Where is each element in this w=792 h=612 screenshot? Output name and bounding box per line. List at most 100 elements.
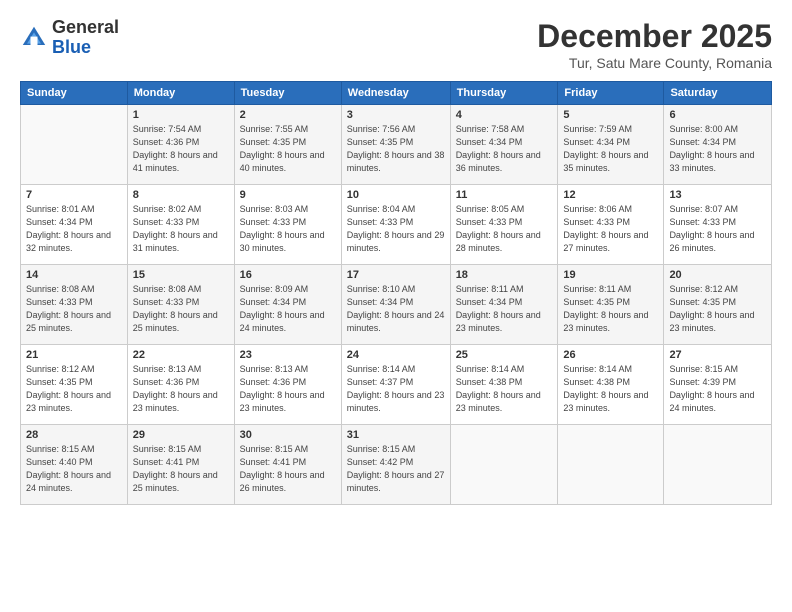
calendar-week-row: 28 Sunrise: 8:15 AM Sunset: 4:40 PM Dayli…: [21, 425, 772, 505]
day-info: Sunrise: 8:15 AM Sunset: 4:39 PM Dayligh…: [669, 363, 766, 415]
day-number: 2: [240, 109, 336, 121]
day-info: Sunrise: 8:02 AM Sunset: 4:33 PM Dayligh…: [133, 203, 229, 255]
calendar-cell: 11 Sunrise: 8:05 AM Sunset: 4:33 PM Dayli…: [450, 185, 558, 265]
day-info: Sunrise: 8:05 AM Sunset: 4:33 PM Dayligh…: [456, 203, 553, 255]
day-number: 18: [456, 269, 553, 281]
calendar-cell: 24 Sunrise: 8:14 AM Sunset: 4:37 PM Dayli…: [341, 345, 450, 425]
day-number: 30: [240, 429, 336, 441]
month-title: December 2025: [537, 18, 772, 55]
day-info: Sunrise: 8:13 AM Sunset: 4:36 PM Dayligh…: [133, 363, 229, 415]
header: General Blue December 2025 Tur, Satu Mar…: [20, 18, 772, 71]
day-info: Sunrise: 8:11 AM Sunset: 4:34 PM Dayligh…: [456, 283, 553, 335]
day-number: 20: [669, 269, 766, 281]
day-number: 17: [347, 269, 445, 281]
calendar-cell: 31 Sunrise: 8:15 AM Sunset: 4:42 PM Dayli…: [341, 425, 450, 505]
calendar-cell: 18 Sunrise: 8:11 AM Sunset: 4:34 PM Dayli…: [450, 265, 558, 345]
day-number: 9: [240, 189, 336, 201]
day-number: 24: [347, 349, 445, 361]
calendar-cell: [21, 105, 128, 185]
day-number: 10: [347, 189, 445, 201]
day-info: Sunrise: 7:54 AM Sunset: 4:36 PM Dayligh…: [133, 123, 229, 175]
calendar-cell: 26 Sunrise: 8:14 AM Sunset: 4:38 PM Dayli…: [558, 345, 664, 425]
day-info: Sunrise: 8:15 AM Sunset: 4:40 PM Dayligh…: [26, 443, 122, 495]
weekday-row: SundayMondayTuesdayWednesdayThursdayFrid…: [21, 82, 772, 105]
calendar-cell: 27 Sunrise: 8:15 AM Sunset: 4:39 PM Dayli…: [664, 345, 772, 425]
calendar-cell: 5Sunrise: 7:59 AM Sunset: 4:34 PM Daylig…: [558, 105, 664, 185]
day-info: Sunrise: 8:13 AM Sunset: 4:36 PM Dayligh…: [240, 363, 336, 415]
day-number: 29: [133, 429, 229, 441]
logo-blue-text: Blue: [52, 37, 91, 57]
day-number: 1: [133, 109, 229, 121]
day-number: 3: [347, 109, 445, 121]
calendar-week-row: 21Sunrise: 8:12 AM Sunset: 4:35 PM Dayli…: [21, 345, 772, 425]
day-info: Sunrise: 8:10 AM Sunset: 4:34 PM Dayligh…: [347, 283, 445, 335]
day-number: 19: [563, 269, 658, 281]
day-info: Sunrise: 7:55 AM Sunset: 4:35 PM Dayligh…: [240, 123, 336, 175]
day-info: Sunrise: 8:04 AM Sunset: 4:33 PM Dayligh…: [347, 203, 445, 255]
day-info: Sunrise: 8:15 AM Sunset: 4:41 PM Dayligh…: [240, 443, 336, 495]
day-info: Sunrise: 8:15 AM Sunset: 4:41 PM Dayligh…: [133, 443, 229, 495]
day-number: 14: [26, 269, 122, 281]
day-number: 27: [669, 349, 766, 361]
day-info: Sunrise: 8:12 AM Sunset: 4:35 PM Dayligh…: [26, 363, 122, 415]
day-info: Sunrise: 7:58 AM Sunset: 4:34 PM Dayligh…: [456, 123, 553, 175]
calendar-cell: 8 Sunrise: 8:02 AM Sunset: 4:33 PM Daylig…: [127, 185, 234, 265]
day-info: Sunrise: 7:56 AM Sunset: 4:35 PM Dayligh…: [347, 123, 445, 175]
day-number: 7: [26, 189, 122, 201]
calendar-body: 1 Sunrise: 7:54 AM Sunset: 4:36 PM Daylig…: [21, 105, 772, 505]
weekday-header: Friday: [558, 82, 664, 105]
day-number: 28: [26, 429, 122, 441]
day-number: 16: [240, 269, 336, 281]
calendar-cell: [450, 425, 558, 505]
calendar-cell: 21Sunrise: 8:12 AM Sunset: 4:35 PM Dayli…: [21, 345, 128, 425]
calendar-cell: 9 Sunrise: 8:03 AM Sunset: 4:33 PM Daylig…: [234, 185, 341, 265]
calendar-cell: 16Sunrise: 8:09 AM Sunset: 4:34 PM Dayli…: [234, 265, 341, 345]
day-info: Sunrise: 8:14 AM Sunset: 4:38 PM Dayligh…: [563, 363, 658, 415]
day-number: 11: [456, 189, 553, 201]
calendar-cell: 7 Sunrise: 8:01 AM Sunset: 4:34 PM Daylig…: [21, 185, 128, 265]
weekday-header: Saturday: [664, 82, 772, 105]
day-info: Sunrise: 8:00 AM Sunset: 4:34 PM Dayligh…: [669, 123, 766, 175]
calendar-cell: 22 Sunrise: 8:13 AM Sunset: 4:36 PM Dayli…: [127, 345, 234, 425]
day-number: 31: [347, 429, 445, 441]
calendar-cell: 6 Sunrise: 8:00 AM Sunset: 4:34 PM Daylig…: [664, 105, 772, 185]
calendar-week-row: 7 Sunrise: 8:01 AM Sunset: 4:34 PM Daylig…: [21, 185, 772, 265]
day-info: Sunrise: 8:03 AM Sunset: 4:33 PM Dayligh…: [240, 203, 336, 255]
calendar-cell: 14 Sunrise: 8:08 AM Sunset: 4:33 PM Dayli…: [21, 265, 128, 345]
logo-icon: [20, 24, 48, 52]
calendar-cell: 12Sunrise: 8:06 AM Sunset: 4:33 PM Dayli…: [558, 185, 664, 265]
day-number: 12: [563, 189, 658, 201]
day-info: Sunrise: 8:01 AM Sunset: 4:34 PM Dayligh…: [26, 203, 122, 255]
calendar-cell: 3 Sunrise: 7:56 AM Sunset: 4:35 PM Daylig…: [341, 105, 450, 185]
weekday-header: Sunday: [21, 82, 128, 105]
calendar-cell: 10 Sunrise: 8:04 AM Sunset: 4:33 PM Dayli…: [341, 185, 450, 265]
calendar-cell: 20Sunrise: 8:12 AM Sunset: 4:35 PM Dayli…: [664, 265, 772, 345]
day-number: 6: [669, 109, 766, 121]
calendar-cell: 30 Sunrise: 8:15 AM Sunset: 4:41 PM Dayli…: [234, 425, 341, 505]
day-info: Sunrise: 8:11 AM Sunset: 4:35 PM Dayligh…: [563, 283, 658, 335]
logo: General Blue: [20, 18, 119, 58]
logo-general-text: General: [52, 17, 119, 37]
day-number: 23: [240, 349, 336, 361]
day-number: 4: [456, 109, 553, 121]
calendar-cell: [664, 425, 772, 505]
day-info: Sunrise: 8:14 AM Sunset: 4:37 PM Dayligh…: [347, 363, 445, 415]
calendar-cell: 19 Sunrise: 8:11 AM Sunset: 4:35 PM Dayli…: [558, 265, 664, 345]
calendar-cell: 13Sunrise: 8:07 AM Sunset: 4:33 PM Dayli…: [664, 185, 772, 265]
day-info: Sunrise: 8:15 AM Sunset: 4:42 PM Dayligh…: [347, 443, 445, 495]
day-number: 13: [669, 189, 766, 201]
calendar-week-row: 1 Sunrise: 7:54 AM Sunset: 4:36 PM Daylig…: [21, 105, 772, 185]
calendar-cell: 29 Sunrise: 8:15 AM Sunset: 4:41 PM Dayli…: [127, 425, 234, 505]
day-number: 8: [133, 189, 229, 201]
weekday-header: Tuesday: [234, 82, 341, 105]
weekday-header: Wednesday: [341, 82, 450, 105]
calendar-cell: 2 Sunrise: 7:55 AM Sunset: 4:35 PM Daylig…: [234, 105, 341, 185]
day-number: 5: [563, 109, 658, 121]
day-number: 22: [133, 349, 229, 361]
calendar-header: SundayMondayTuesdayWednesdayThursdayFrid…: [21, 82, 772, 105]
calendar-cell: 4 Sunrise: 7:58 AM Sunset: 4:34 PM Daylig…: [450, 105, 558, 185]
calendar-cell: 17 Sunrise: 8:10 AM Sunset: 4:34 PM Dayli…: [341, 265, 450, 345]
day-number: 26: [563, 349, 658, 361]
day-info: Sunrise: 8:08 AM Sunset: 4:33 PM Dayligh…: [26, 283, 122, 335]
day-info: Sunrise: 8:08 AM Sunset: 4:33 PM Dayligh…: [133, 283, 229, 335]
